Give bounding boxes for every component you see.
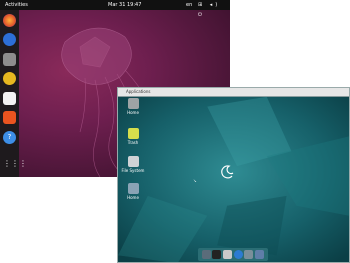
writer-icon[interactable] [3,92,16,105]
show-desktop-icon[interactable] [201,250,211,259]
folder-icon[interactable] [255,250,265,259]
desktop-icon-home-folder[interactable]: Home [118,183,148,200]
clock[interactable]: Mar 31 19:47 [108,0,141,10]
home-icon [127,183,139,194]
desktop-icon-filesystem[interactable]: File System [118,156,148,173]
software-icon[interactable] [3,111,16,124]
debian-xfce-screenshot: Applications Home Trash File System Home [117,87,350,263]
language-indicator[interactable]: en [186,0,192,10]
terminal-icon[interactable] [212,250,222,259]
window-title: Applications [126,89,151,94]
dock: ? ⋮⋮⋮ [0,10,27,177]
titlebar-controls [282,89,347,104]
thunderbird-icon[interactable] [3,33,16,46]
files-icon[interactable] [3,53,16,66]
bottom-dock-panel [198,248,268,261]
firefox-icon[interactable] [3,14,16,27]
file-manager-icon[interactable] [223,250,233,259]
top-bar: Activities Mar 31 19:47 en ⊞ ◂) ⏻ [0,0,230,18]
desktop-icon-trash[interactable]: Trash [118,128,148,145]
apps-grid-icon[interactable]: ⋮⋮⋮ [3,157,27,170]
search-icon[interactable] [244,250,254,259]
trash-icon [127,128,139,139]
rhythmbox-icon[interactable] [3,72,16,85]
help-icon[interactable]: ? [3,131,16,144]
filesystem-icon [127,156,139,167]
browser-icon[interactable] [233,250,243,259]
debian-wallpaper [118,96,349,262]
desktop-icon-home[interactable]: Home [118,98,148,115]
activities-button[interactable]: Activities [5,0,28,10]
home-folder-icon [127,98,139,109]
